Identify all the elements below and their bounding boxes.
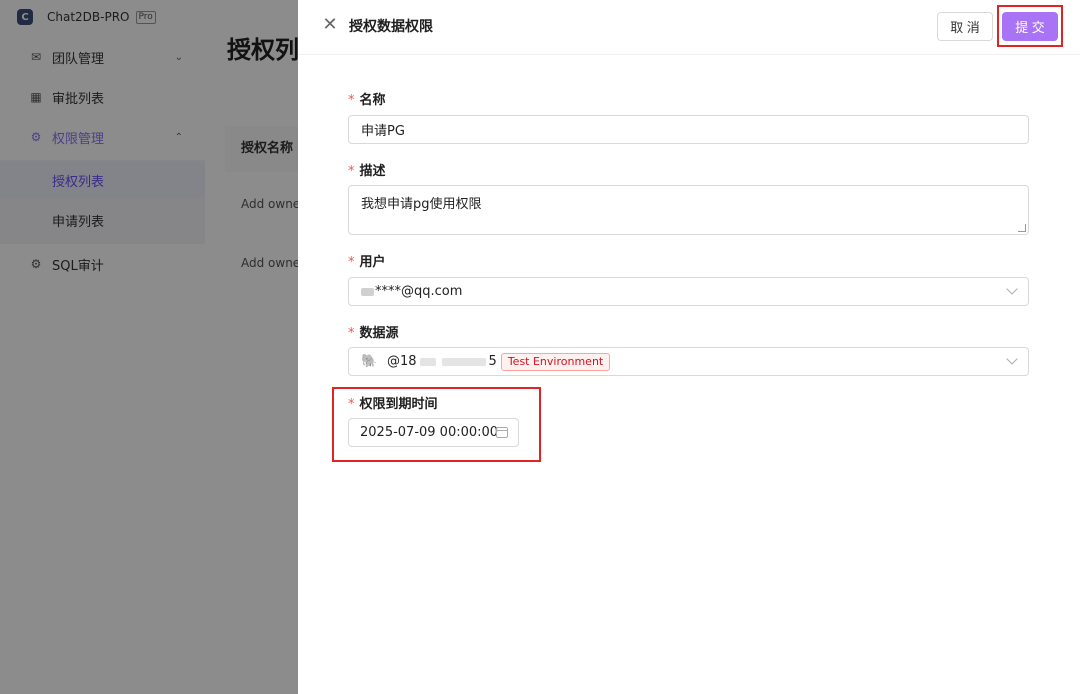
cancel-button[interactable]: 取 消: [937, 12, 993, 41]
redacted-text: [441, 357, 486, 366]
close-icon[interactable]: ✕: [322, 16, 338, 34]
description-textarea[interactable]: 我想申请pg使用权限: [348, 185, 1029, 235]
postgresql-icon: 🐘: [361, 353, 378, 369]
required-mark: *: [348, 93, 355, 108]
expire-label: * 权限到期时间: [348, 397, 438, 412]
calendar-icon: [496, 427, 508, 438]
name-label: * 名称: [348, 93, 386, 108]
name-value: 申请PG: [361, 124, 405, 139]
drawer-header: ✕ 授权数据权限 取 消 提 交: [298, 0, 1080, 55]
user-value: ****@qq.com: [375, 284, 463, 299]
user-label: * 用户: [348, 255, 386, 270]
required-mark: *: [348, 326, 355, 341]
submit-highlight-box: [997, 5, 1063, 47]
datasource-suffix: 5: [488, 354, 497, 369]
expire-date-picker[interactable]: 2025-07-09 00:00:00: [348, 418, 519, 447]
name-input[interactable]: 申请PG: [348, 115, 1029, 144]
chevron-down-icon: [1006, 283, 1018, 295]
environment-tag: Test Environment: [500, 352, 611, 371]
drawer-title: 授权数据权限: [349, 19, 433, 35]
user-avatar: [361, 287, 374, 296]
datasource-select[interactable]: 🐘 @18 5 Test Environment: [348, 347, 1029, 376]
resize-handle-icon[interactable]: [1018, 224, 1026, 232]
description-label: * 描述: [348, 164, 386, 179]
user-select[interactable]: ****@qq.com: [348, 277, 1029, 306]
datasource-label: * 数据源: [348, 326, 399, 341]
grant-permission-drawer: ✕ 授权数据权限 取 消 提 交 * 名称 申请PG * 描述 我想申请pg使用权限…: [298, 0, 1080, 694]
expire-value: 2025-07-09 00:00:00: [360, 425, 499, 440]
datasource-prefix: @18: [387, 354, 417, 369]
required-mark: *: [348, 255, 355, 270]
chevron-down-icon: [1006, 353, 1018, 365]
redacted-text: [419, 357, 436, 366]
required-mark: *: [348, 164, 355, 179]
description-value: 我想申请pg使用权限: [361, 197, 482, 212]
required-mark: *: [348, 397, 355, 412]
